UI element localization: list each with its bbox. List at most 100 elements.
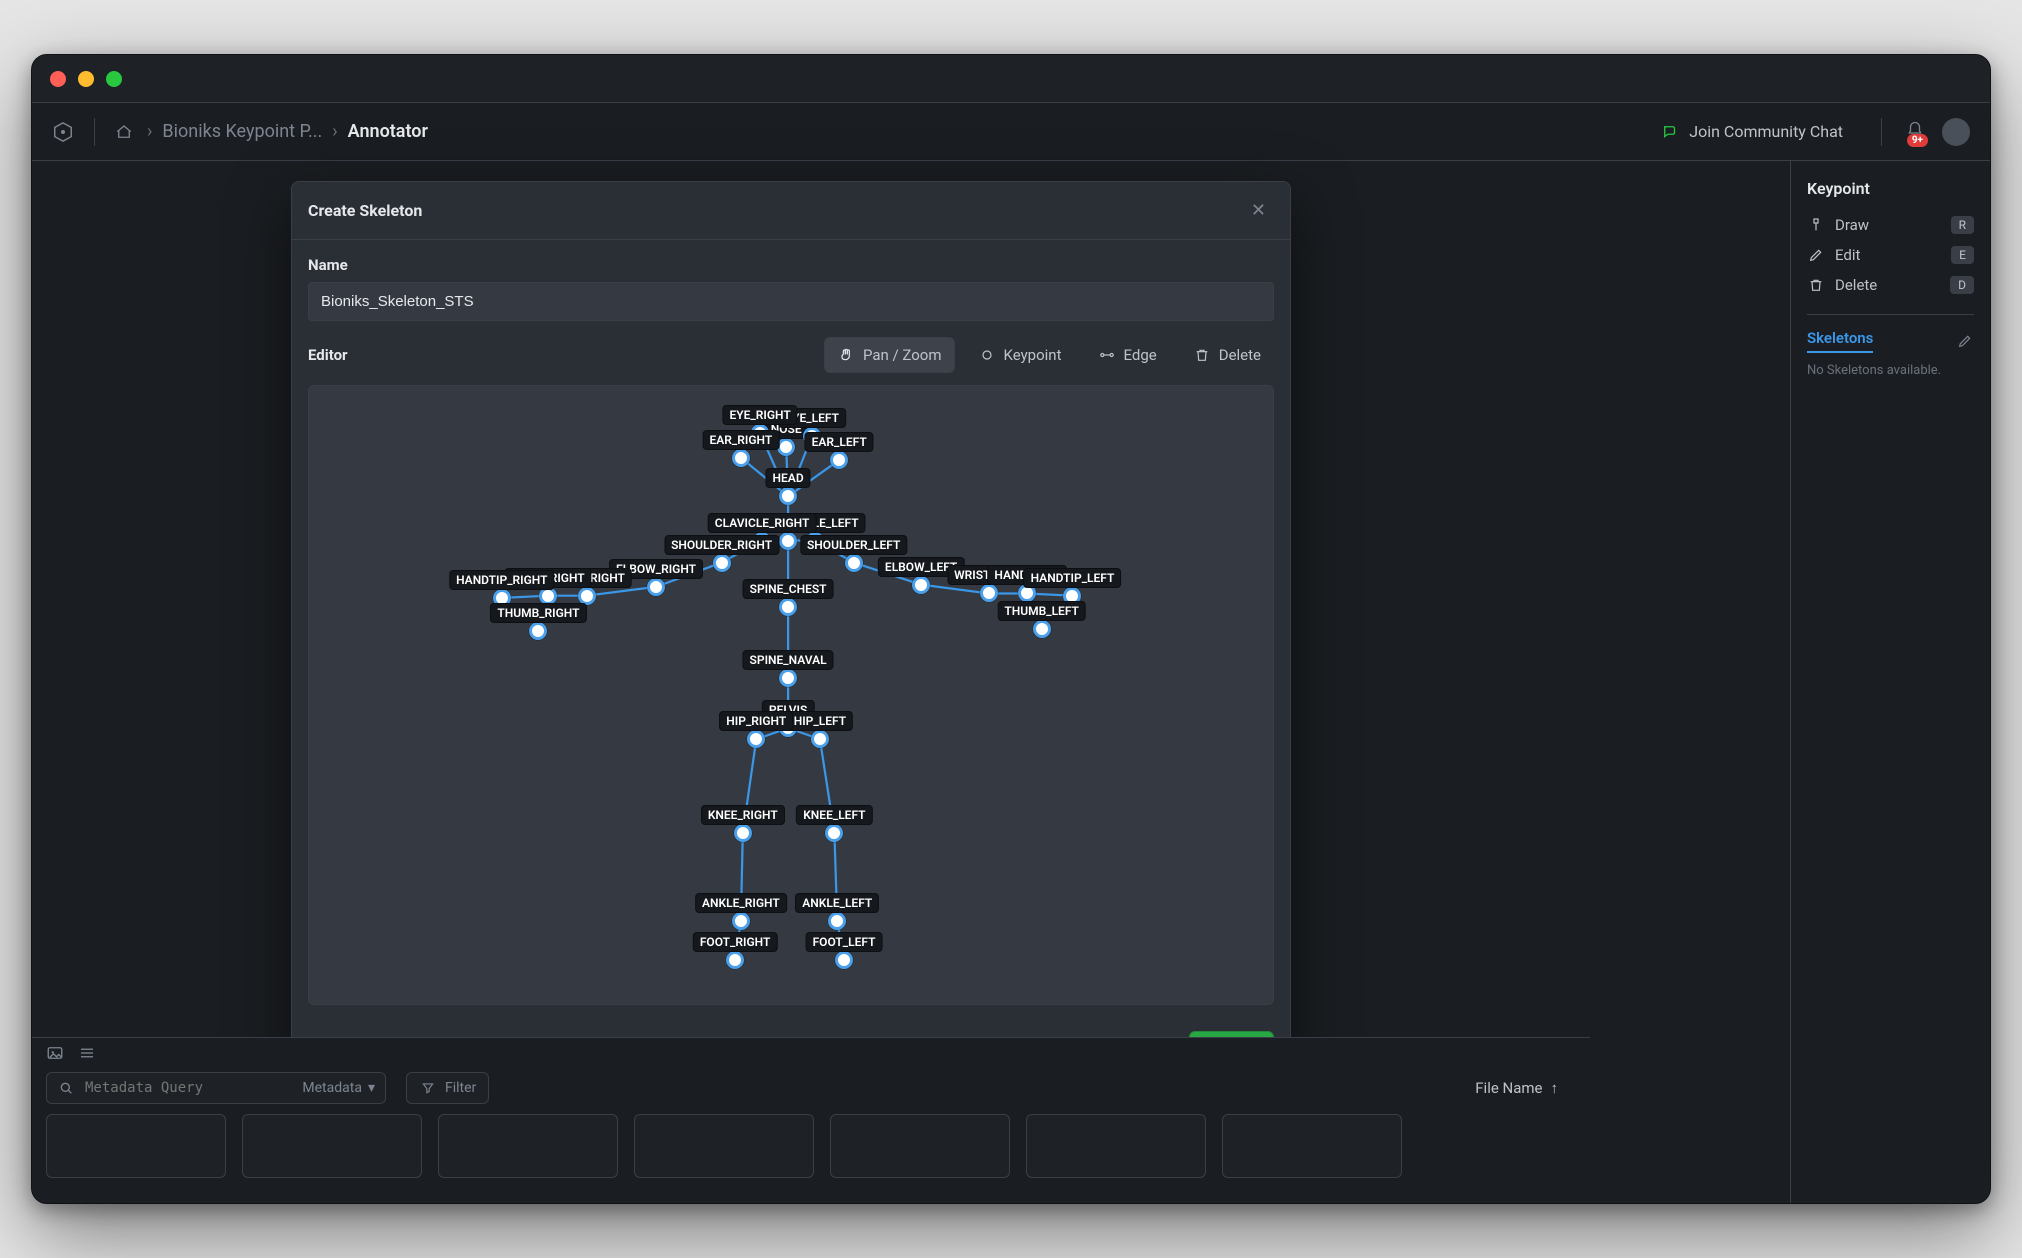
keypoint-node-ear_right[interactable] bbox=[732, 449, 750, 467]
keypoint-label: KNEE_LEFT bbox=[796, 805, 872, 825]
keypoint-node-thumb_left[interactable] bbox=[1033, 620, 1051, 638]
keypoint-label: EYE_RIGHT bbox=[723, 405, 798, 425]
keypoint-node-wrist_right[interactable] bbox=[578, 587, 596, 605]
chevron-down-icon: ▾ bbox=[368, 1080, 375, 1096]
shortcut-key: E bbox=[1951, 246, 1974, 264]
image-view-icon[interactable] bbox=[46, 1044, 64, 1062]
tool-edit[interactable]: Edit E bbox=[1807, 240, 1974, 270]
panel-empty-note: No Skeletons available. bbox=[1807, 363, 1974, 378]
keypoint-label: KNEE_RIGHT bbox=[701, 805, 785, 825]
sort-asc-icon: ↑ bbox=[1551, 1079, 1559, 1097]
skeleton-name-input[interactable] bbox=[308, 282, 1274, 321]
thumbnail[interactable] bbox=[438, 1114, 618, 1178]
chat-icon bbox=[1661, 123, 1679, 141]
maximize-window-dot[interactable] bbox=[106, 71, 122, 87]
keypoint-node-ankle_left[interactable] bbox=[828, 912, 846, 930]
keypoint-node-foot_left[interactable] bbox=[835, 951, 853, 969]
notifications-button[interactable]: 9+ bbox=[1906, 121, 1924, 143]
community-chat-label: Join Community Chat bbox=[1689, 122, 1843, 141]
keypoint-label: FOOT_RIGHT bbox=[693, 932, 778, 952]
thumbnail[interactable] bbox=[634, 1114, 814, 1178]
keypoint-node-shoulder_right[interactable] bbox=[713, 554, 731, 572]
right-panel: Keypoint Draw R bbox=[1790, 161, 1990, 1203]
keypoint-node-foot_right[interactable] bbox=[726, 951, 744, 969]
thumbnail[interactable] bbox=[46, 1114, 226, 1178]
thumbnail[interactable] bbox=[1222, 1114, 1402, 1178]
thumbnail[interactable] bbox=[242, 1114, 422, 1178]
keypoint-node-elbow_left[interactable] bbox=[912, 576, 930, 594]
keypoint-node-hip_right[interactable] bbox=[747, 730, 765, 748]
editor-label: Editor bbox=[308, 346, 348, 364]
keypoint-node-knee_right[interactable] bbox=[734, 824, 752, 842]
app-logo-icon bbox=[52, 121, 74, 143]
community-chat-button[interactable]: Join Community Chat bbox=[1647, 114, 1857, 149]
keypoint-label: THUMB_RIGHT bbox=[490, 603, 586, 623]
tool-edit-label: Edit bbox=[1835, 246, 1860, 264]
pencil-icon[interactable] bbox=[1956, 332, 1974, 350]
thumbnail[interactable] bbox=[830, 1114, 1010, 1178]
notification-badge: 9+ bbox=[1907, 134, 1928, 147]
breadcrumb-project[interactable]: Bioniks Keypoint P... bbox=[162, 121, 322, 142]
avatar[interactable] bbox=[1942, 118, 1970, 146]
bottom-bar: Metadata ▾ Filter bbox=[32, 1037, 1590, 1203]
close-window-dot[interactable] bbox=[50, 71, 66, 87]
file-column-header[interactable]: File Name ↑ bbox=[1475, 1079, 1576, 1097]
create-skeleton-modal: Create Skeleton ✕ Name Editor bbox=[291, 181, 1291, 1083]
metadata-query-input[interactable] bbox=[83, 1079, 294, 1097]
shortcut-key: R bbox=[1951, 216, 1974, 234]
tool-edge[interactable]: Edge bbox=[1085, 337, 1170, 373]
name-label: Name bbox=[308, 256, 1274, 274]
home-icon[interactable] bbox=[115, 123, 133, 141]
minimize-window-dot[interactable] bbox=[78, 71, 94, 87]
tool-keypoint-label: Keypoint bbox=[1004, 346, 1062, 364]
tool-delete[interactable]: Delete D bbox=[1807, 270, 1974, 300]
keypoint-label: HEAD bbox=[766, 468, 811, 488]
metadata-chip[interactable]: Metadata ▾ bbox=[302, 1080, 375, 1096]
tool-keypoint[interactable]: Keypoint bbox=[965, 337, 1075, 373]
list-view-icon[interactable] bbox=[78, 1044, 96, 1062]
filter-button[interactable]: Filter bbox=[406, 1072, 489, 1104]
keypoint-node-shoulder_left[interactable] bbox=[845, 554, 863, 572]
keypoint-node-hip_left[interactable] bbox=[811, 730, 829, 748]
app-header: › Bioniks Keypoint P... › Annotator Join… bbox=[32, 103, 1990, 161]
search-icon bbox=[57, 1079, 75, 1097]
keypoint-label: EAR_LEFT bbox=[805, 432, 874, 452]
close-icon[interactable]: ✕ bbox=[1243, 196, 1274, 225]
keypoint-label: HIP_RIGHT bbox=[719, 711, 793, 731]
keypoint-node-knee_left[interactable] bbox=[825, 824, 843, 842]
skeleton-editor-canvas[interactable]: NOSEEYE_LEFTEYE_RIGHTEAR_LEFTEAR_RIGHTHE… bbox=[308, 385, 1274, 1005]
filter-icon bbox=[419, 1079, 437, 1097]
circle-icon bbox=[978, 346, 996, 364]
keypoint-label: SPINE_CHEST bbox=[743, 579, 834, 599]
keypoint-node-neck[interactable] bbox=[779, 532, 797, 550]
tool-delete-label: Delete bbox=[1835, 276, 1877, 294]
keypoint-label: SPINE_NAVAL bbox=[743, 650, 834, 670]
keypoint-node-spine_naval[interactable] bbox=[779, 669, 797, 687]
keypoint-node-nose[interactable] bbox=[777, 438, 795, 456]
tool-pan-zoom-label: Pan / Zoom bbox=[863, 346, 942, 364]
keypoint-label: CLAVICLE_RIGHT bbox=[708, 513, 817, 533]
tool-edge-label: Edge bbox=[1124, 346, 1157, 364]
keypoint-label: HANDTIP_LEFT bbox=[1024, 568, 1122, 588]
main: Create Skeleton ✕ Name Editor bbox=[32, 161, 1990, 1203]
pencil-icon bbox=[1807, 246, 1825, 264]
keypoint-node-ear_left[interactable] bbox=[830, 451, 848, 469]
keypoint-node-head[interactable] bbox=[779, 487, 797, 505]
keypoint-node-elbow_right[interactable] bbox=[647, 578, 665, 596]
breadcrumb-page[interactable]: Annotator bbox=[348, 121, 428, 142]
keypoint-node-wrist_left[interactable] bbox=[980, 584, 998, 602]
keypoint-node-thumb_right[interactable] bbox=[529, 622, 547, 640]
window-titlebar bbox=[32, 55, 1990, 103]
canvas-area: Create Skeleton ✕ Name Editor bbox=[32, 161, 1790, 1203]
thumbnail[interactable] bbox=[1026, 1114, 1206, 1178]
keypoint-node-spine_chest[interactable] bbox=[779, 598, 797, 616]
keypoint-label: THUMB_LEFT bbox=[997, 601, 1086, 621]
tool-delete[interactable]: Delete bbox=[1180, 337, 1274, 373]
keypoint-node-ankle_right[interactable] bbox=[732, 912, 750, 930]
tool-draw[interactable]: Draw R bbox=[1807, 210, 1974, 240]
keypoint-label: HANDTIP_RIGHT bbox=[449, 570, 554, 590]
tool-pan-zoom[interactable]: Pan / Zoom bbox=[824, 337, 955, 373]
panel-skeletons-tab[interactable]: Skeletons bbox=[1807, 329, 1873, 353]
app-window: › Bioniks Keypoint P... › Annotator Join… bbox=[31, 54, 1991, 1204]
metadata-search[interactable]: Metadata ▾ bbox=[46, 1072, 386, 1104]
